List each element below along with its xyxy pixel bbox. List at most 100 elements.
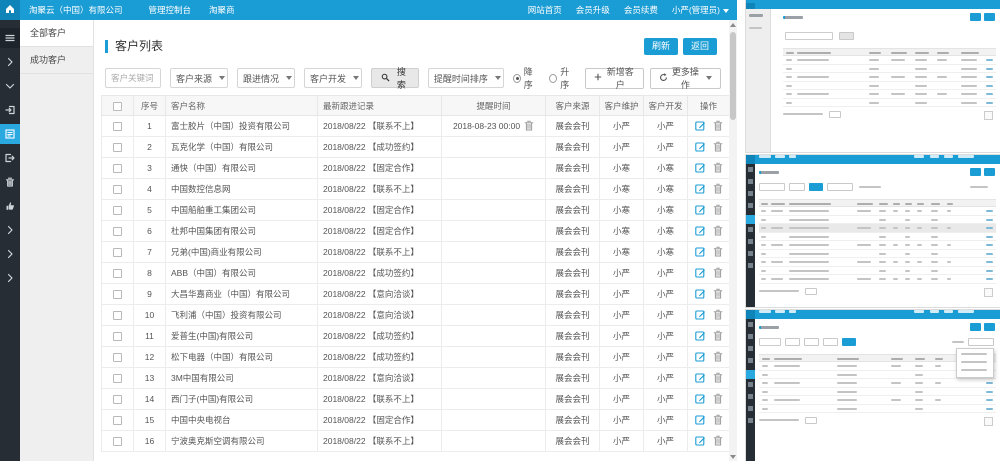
preview-detail — [984, 288, 993, 297]
back-button[interactable]: 返回 — [683, 38, 717, 55]
table-row: 4中国数控信息网2018/08/22 【联系不上】展会会刊小寒小寒 — [102, 179, 730, 200]
delete-icon[interactable] — [713, 183, 723, 196]
delete-icon[interactable] — [713, 246, 723, 259]
user-menu[interactable]: 小严(管理员) — [672, 4, 729, 16]
sidebar-item-0[interactable]: 全部客户 — [20, 20, 93, 47]
scrollbar-thumb[interactable] — [730, 32, 736, 120]
preview-thumbnail-3[interactable] — [746, 310, 1000, 461]
chevron-down-icon[interactable] — [0, 76, 20, 96]
edit-icon[interactable] — [695, 288, 706, 301]
row-checkbox[interactable] — [113, 332, 122, 341]
cell-no: 6 — [134, 221, 166, 242]
row-checkbox[interactable] — [113, 353, 122, 362]
preview-detail — [783, 48, 996, 56]
edit-icon[interactable] — [695, 183, 706, 196]
delete-icon[interactable] — [713, 393, 723, 406]
delete-icon[interactable] — [713, 267, 723, 280]
row-checkbox[interactable] — [113, 311, 122, 320]
search-button[interactable]: 搜索 — [371, 68, 419, 88]
edit-icon[interactable] — [695, 162, 706, 175]
scroll-up-icon[interactable] — [729, 20, 737, 29]
row-checkbox[interactable] — [113, 248, 122, 257]
edit-icon[interactable] — [695, 330, 706, 343]
delete-icon[interactable] — [713, 204, 723, 217]
delete-icon[interactable] — [713, 351, 723, 364]
nav-site-home[interactable]: 网站首页 — [528, 4, 562, 16]
row-checkbox[interactable] — [113, 122, 122, 131]
scroll-down-icon[interactable] — [729, 452, 737, 461]
preview-detail — [986, 219, 993, 221]
follow-select[interactable]: 跟进情况 — [237, 68, 295, 88]
keyword-input[interactable] — [105, 68, 161, 88]
delete-icon[interactable] — [713, 225, 723, 238]
list-icon[interactable] — [0, 124, 20, 144]
nav-console[interactable]: 管理控制台 — [149, 4, 192, 16]
source-select[interactable]: 客户来源 — [170, 68, 228, 88]
chevron-right-icon[interactable] — [0, 52, 20, 72]
delete-icon[interactable] — [713, 309, 723, 322]
row-checkbox[interactable] — [113, 416, 122, 425]
row-checkbox[interactable] — [113, 227, 122, 236]
chevron-right-icon[interactable] — [0, 244, 20, 264]
edit-icon[interactable] — [695, 414, 706, 427]
chevron-right-icon[interactable] — [0, 268, 20, 288]
edit-icon[interactable] — [695, 393, 706, 406]
preview-detail — [915, 76, 927, 78]
edit-icon[interactable] — [695, 141, 706, 154]
edit-icon[interactable] — [695, 351, 706, 364]
preview-thumbnail-1[interactable] — [746, 0, 1000, 152]
nav-taojushang[interactable]: 淘聚商 — [209, 4, 235, 16]
row-checkbox[interactable] — [113, 269, 122, 278]
delete-icon[interactable] — [713, 435, 723, 448]
home-button[interactable] — [0, 0, 20, 20]
sort-asc-radio[interactable]: 升序 — [549, 65, 575, 91]
nav-member-renew[interactable]: 会员续费 — [624, 4, 658, 16]
edit-icon[interactable] — [695, 225, 706, 238]
sort-field-select[interactable]: 提醒时间排序 — [428, 68, 504, 88]
cell-remind — [442, 179, 546, 200]
edit-icon[interactable] — [695, 267, 706, 280]
more-actions-button[interactable]: 更多操作 — [650, 68, 721, 89]
edit-icon[interactable] — [695, 204, 706, 217]
preview-thumbnail-2[interactable] — [746, 155, 1000, 307]
scrollbar[interactable] — [729, 20, 737, 461]
refresh-button[interactable]: 刷新 — [644, 38, 678, 55]
row-checkbox[interactable] — [113, 374, 122, 383]
edit-icon[interactable] — [695, 309, 706, 322]
delete-icon[interactable] — [713, 330, 723, 343]
delete-icon[interactable] — [713, 288, 723, 301]
cell-source: 展会会刊 — [546, 158, 600, 179]
row-checkbox[interactable] — [113, 185, 122, 194]
row-checkbox[interactable] — [113, 290, 122, 299]
trash-icon[interactable] — [0, 172, 20, 192]
preview-detail — [759, 233, 996, 242]
row-checkbox[interactable] — [113, 437, 122, 446]
preview-detail — [789, 227, 829, 229]
chevron-right-icon[interactable] — [0, 220, 20, 240]
row-checkbox[interactable] — [113, 395, 122, 404]
delete-icon[interactable] — [713, 372, 723, 385]
select-all-checkbox[interactable] — [113, 102, 122, 111]
delete-icon[interactable] — [713, 141, 723, 154]
add-customer-button[interactable]: 新增客户 — [585, 68, 644, 89]
delete-icon[interactable] — [713, 414, 723, 427]
edit-icon[interactable] — [695, 120, 706, 133]
row-checkbox[interactable] — [113, 143, 122, 152]
edit-icon[interactable] — [695, 246, 706, 259]
row-checkbox[interactable] — [113, 206, 122, 215]
menu-icon[interactable] — [0, 28, 20, 48]
remind-delete-icon[interactable] — [524, 120, 534, 133]
sidebar-item-1[interactable]: 成功客户 — [20, 47, 93, 74]
row-checkbox[interactable] — [113, 164, 122, 173]
logout-icon[interactable] — [0, 148, 20, 168]
login-icon[interactable] — [0, 100, 20, 120]
delete-icon[interactable] — [713, 162, 723, 175]
thumbs-up-icon[interactable] — [0, 196, 20, 216]
edit-icon[interactable] — [695, 372, 706, 385]
preview-detail — [857, 210, 871, 212]
delete-icon[interactable] — [713, 120, 723, 133]
sort-desc-radio[interactable]: 降序 — [513, 65, 539, 91]
nav-member-upgrade[interactable]: 会员升级 — [576, 4, 610, 16]
develop-select[interactable]: 客户开发 — [304, 68, 362, 88]
edit-icon[interactable] — [695, 435, 706, 448]
